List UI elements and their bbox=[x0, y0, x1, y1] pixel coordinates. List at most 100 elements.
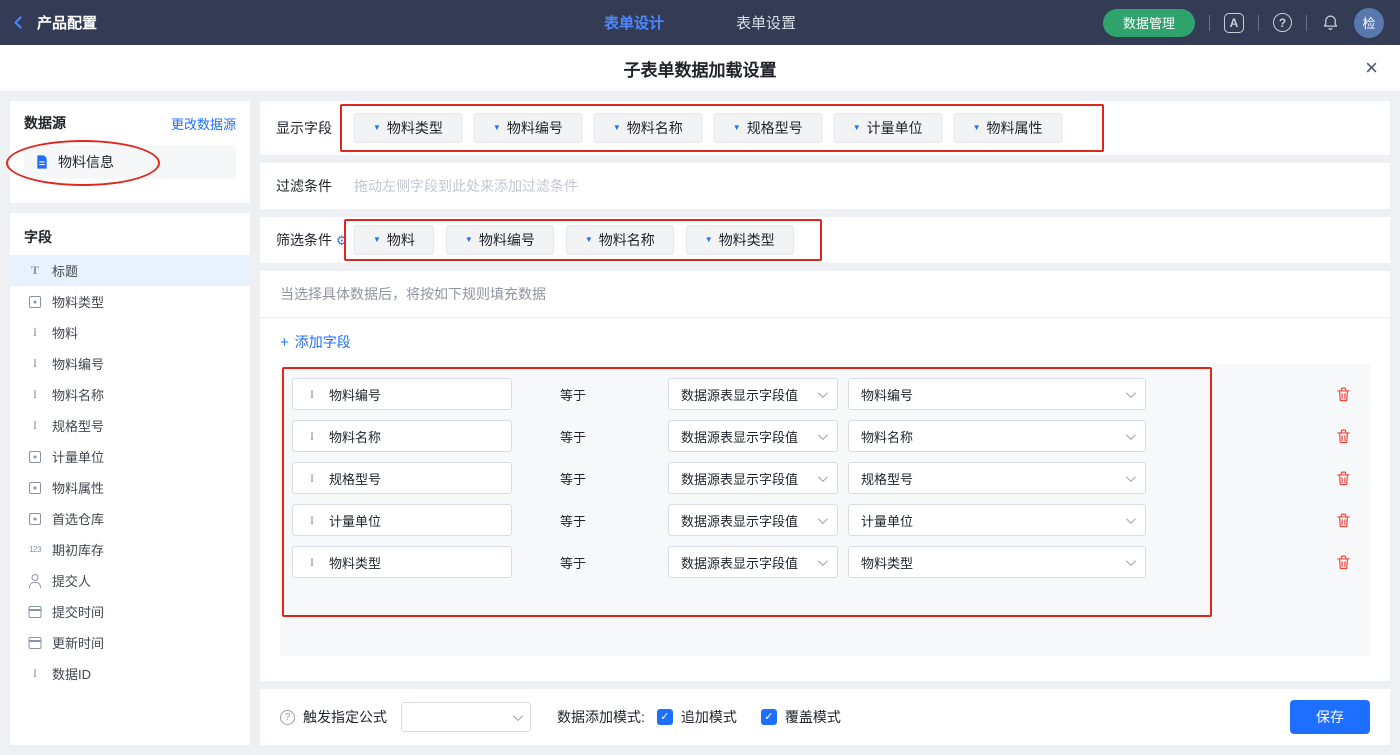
topbar: 产品配置 表单设计 表单设置 数据管理 A ? 检 bbox=[0, 0, 1400, 45]
notification-bell-icon[interactable] bbox=[1321, 13, 1340, 32]
sidebar-field-item[interactable]: 首选仓库 bbox=[10, 503, 250, 534]
divider bbox=[1306, 14, 1307, 31]
divider bbox=[1258, 14, 1259, 31]
field-label: 期初库存 bbox=[52, 543, 105, 558]
field-tag[interactable]: ▼ 物料类型 bbox=[685, 225, 794, 255]
field-tag[interactable]: ▼ 规格型号 bbox=[713, 113, 822, 143]
chevron-down-icon bbox=[1125, 513, 1136, 524]
delete-rule-trash-icon[interactable] bbox=[1335, 470, 1352, 487]
date-field-icon bbox=[26, 635, 44, 651]
field-tag[interactable]: ▼ 物料属性 bbox=[953, 113, 1062, 143]
sidebar-field-item[interactable]: I 数据ID bbox=[10, 658, 250, 689]
select-field-icon bbox=[26, 294, 44, 310]
dropdown-triangle-icon: ▼ bbox=[704, 235, 713, 244]
text-field-icon: I bbox=[310, 428, 314, 443]
rule-field-input[interactable]: I 物料类型 bbox=[292, 546, 512, 578]
sidebar-field-item[interactable]: I 物料名称 bbox=[10, 379, 250, 410]
language-icon[interactable]: A bbox=[1224, 12, 1244, 33]
sidebar-field-item[interactable]: T 标题 bbox=[10, 255, 250, 286]
delete-rule-trash-icon[interactable] bbox=[1335, 554, 1352, 571]
date-field-icon bbox=[26, 604, 44, 620]
field-label: 物料类型 bbox=[52, 295, 105, 310]
back-navigation[interactable]: 产品配置 bbox=[14, 12, 97, 33]
checkbox-checked-icon[interactable]: ✓ bbox=[760, 709, 777, 725]
sidebar-field-item[interactable]: I 物料 bbox=[10, 317, 250, 348]
change-datasource-link[interactable]: 更改数据源 bbox=[171, 114, 236, 133]
rule-value-select[interactable]: 规格型号 bbox=[848, 462, 1146, 494]
checkbox-checked-icon[interactable]: ✓ bbox=[656, 709, 673, 725]
rule-source-select[interactable]: 数据源表显示字段值 bbox=[668, 462, 838, 494]
field-label: 规格型号 bbox=[52, 419, 105, 434]
chevron-down-icon bbox=[817, 513, 828, 524]
filter-dropzone-placeholder[interactable]: 拖动左侧字段到此处来添加过滤条件 bbox=[354, 176, 578, 196]
tab-form-settings[interactable]: 表单设置 bbox=[736, 12, 796, 33]
rule-source-value: 数据源表显示字段值 bbox=[681, 471, 799, 487]
rule-value-select[interactable]: 计量单位 bbox=[848, 504, 1146, 536]
rule-source-select[interactable]: 数据源表显示字段值 bbox=[668, 378, 838, 410]
field-tag[interactable]: ▼ 物料 bbox=[354, 225, 434, 255]
back-chevron-icon[interactable] bbox=[14, 16, 27, 29]
chevron-down-icon bbox=[1125, 387, 1136, 398]
gear-icon[interactable]: ⚙ bbox=[336, 234, 348, 247]
rule-operator-label: 等于 bbox=[560, 555, 587, 571]
page-title[interactable]: 产品配置 bbox=[37, 12, 97, 33]
mode-option[interactable]: ✓ 追加模式 bbox=[656, 707, 737, 727]
rule-value-select[interactable]: 物料类型 bbox=[848, 546, 1146, 578]
field-tag[interactable]: ▼ 计量单位 bbox=[833, 113, 942, 143]
screen-conditions-label: 筛选条件 ⚙ bbox=[276, 230, 354, 250]
save-button[interactable]: 保存 bbox=[1290, 700, 1370, 734]
rule-field-label: 规格型号 bbox=[329, 471, 382, 487]
field-tag[interactable]: ▼ 物料编号 bbox=[473, 113, 582, 143]
rule-field-input[interactable]: I 规格型号 bbox=[292, 462, 512, 494]
dropdown-triangle-icon: ▼ bbox=[373, 123, 381, 132]
sidebar-field-item[interactable]: 提交时间 bbox=[10, 596, 250, 627]
field-tag[interactable]: ▼ 物料编号 bbox=[445, 225, 554, 255]
user-field-icon bbox=[26, 573, 44, 589]
rule-source-select[interactable]: 数据源表显示字段值 bbox=[668, 420, 838, 452]
sidebar-field-item[interactable]: 计量单位 bbox=[10, 441, 250, 472]
rule-field-input[interactable]: I 计量单位 bbox=[292, 504, 512, 536]
rule-operator-label: 等于 bbox=[560, 387, 587, 403]
sidebar-field-item[interactable]: I 规格型号 bbox=[10, 410, 250, 441]
question-circle-icon[interactable]: ? bbox=[280, 709, 295, 725]
field-label: 提交时间 bbox=[52, 605, 105, 620]
select-field-icon bbox=[26, 449, 44, 465]
sidebar-field-item[interactable]: 更新时间 bbox=[10, 627, 250, 658]
close-icon[interactable]: × bbox=[1365, 57, 1378, 79]
field-label: 标题 bbox=[52, 264, 79, 279]
data-manage-button[interactable]: 数据管理 bbox=[1102, 8, 1195, 37]
delete-rule-trash-icon[interactable] bbox=[1335, 428, 1352, 445]
add-field-button[interactable]: + 添加字段 bbox=[260, 318, 371, 358]
rule-value-select[interactable]: 物料编号 bbox=[848, 378, 1146, 410]
rule-value-select[interactable]: 物料名称 bbox=[848, 420, 1146, 452]
mode-option[interactable]: ✓ 覆盖模式 bbox=[760, 707, 841, 727]
field-tag[interactable]: ▼ 物料类型 bbox=[354, 113, 462, 143]
delete-rule-trash-icon[interactable] bbox=[1335, 386, 1352, 403]
select-field-icon bbox=[26, 480, 44, 496]
chevron-down-icon bbox=[817, 429, 828, 440]
field-tag[interactable]: ▼ 物料名称 bbox=[593, 113, 702, 143]
sidebar-field-item[interactable]: 物料属性 bbox=[10, 472, 250, 503]
tag-label: 物料类型 bbox=[718, 232, 775, 248]
chevron-down-icon bbox=[1125, 429, 1136, 440]
field-label: 首选仓库 bbox=[52, 512, 105, 527]
sidebar-field-item[interactable]: 123 期初库存 bbox=[10, 534, 250, 565]
delete-rule-trash-icon[interactable] bbox=[1335, 512, 1352, 529]
help-icon[interactable]: ? bbox=[1273, 13, 1292, 32]
field-label: 更新时间 bbox=[52, 636, 105, 651]
sidebar-field-item[interactable]: I 物料编号 bbox=[10, 348, 250, 379]
rule-source-select[interactable]: 数据源表显示字段值 bbox=[668, 504, 838, 536]
document-icon bbox=[37, 155, 47, 169]
chevron-down-icon bbox=[1125, 555, 1136, 566]
chevron-down-icon bbox=[1125, 471, 1136, 482]
rule-source-select[interactable]: 数据源表显示字段值 bbox=[668, 546, 838, 578]
tab-form-design[interactable]: 表单设计 bbox=[604, 12, 664, 33]
sidebar-field-item[interactable]: 提交人 bbox=[10, 565, 250, 596]
avatar[interactable]: 检 bbox=[1354, 7, 1384, 38]
datasource-item[interactable]: 物料信息 bbox=[24, 145, 236, 179]
formula-select[interactable] bbox=[401, 702, 531, 732]
rule-field-input[interactable]: I 物料名称 bbox=[292, 420, 512, 452]
rule-field-input[interactable]: I 物料编号 bbox=[292, 378, 512, 410]
sidebar-field-item[interactable]: 物料类型 bbox=[10, 286, 250, 317]
field-tag[interactable]: ▼ 物料名称 bbox=[565, 225, 674, 255]
